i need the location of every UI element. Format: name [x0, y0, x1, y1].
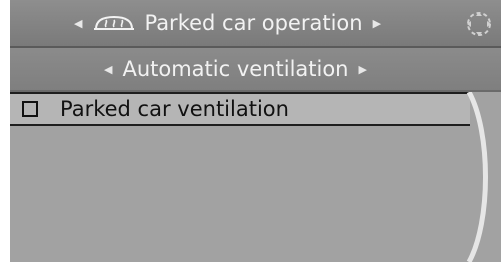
parked-car-heat-icon [94, 15, 135, 30]
header-menu-selector[interactable]: ◀ Parked car operation ▶ [74, 6, 381, 40]
header-title: Parked car operation [144, 11, 363, 35]
arrow-right-icon[interactable]: ▶ [359, 63, 367, 76]
parked-car-ventilation-option[interactable]: Parked car ventilation [10, 92, 470, 126]
arrow-left-icon[interactable]: ◀ [104, 63, 112, 76]
idrive-controller-icon [467, 12, 491, 36]
scroll-arc-indicator [466, 92, 488, 262]
checkbox[interactable] [22, 101, 38, 117]
header-bar: ◀ Parked car operation ▶ [10, 0, 501, 46]
arrow-left-icon[interactable]: ◀ [74, 17, 82, 30]
submenu-bar: ◀ Automatic ventilation ▶ [10, 48, 501, 90]
arrow-right-icon[interactable]: ▶ [373, 17, 381, 30]
submenu-selector[interactable]: ◀ Automatic ventilation ▶ [104, 52, 367, 86]
display-screen: ◀ Parked car operation ▶ ◀ Automatic ven… [10, 0, 501, 262]
option-label: Parked car ventilation [60, 97, 289, 121]
submenu-title: Automatic ventilation [122, 57, 349, 81]
